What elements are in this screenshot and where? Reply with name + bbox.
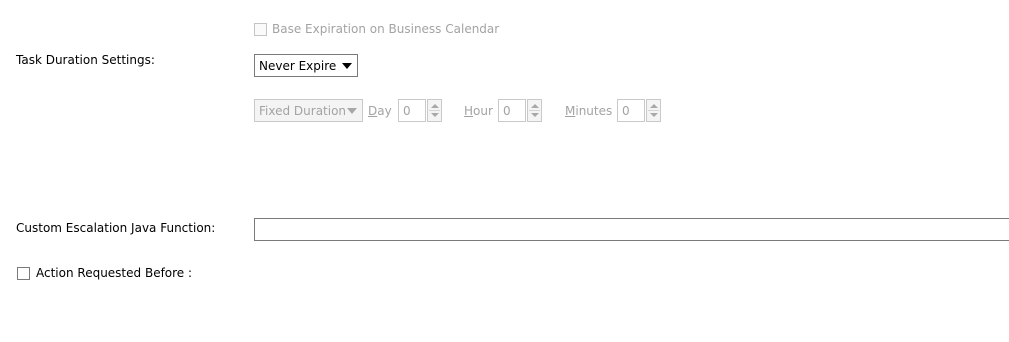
minutes-spinner[interactable] <box>646 99 661 122</box>
triangle-down-icon <box>531 113 539 117</box>
hour-label: Hour <box>464 104 493 118</box>
duration-type-dropdown[interactable]: Fixed Duration <box>254 99 363 122</box>
chevron-down-icon <box>347 108 357 114</box>
business-calendar-checkbox[interactable] <box>254 23 267 36</box>
triangle-up-icon <box>531 104 539 108</box>
day-input[interactable]: 0 <box>398 99 426 122</box>
triangle-down-icon <box>650 113 658 117</box>
hour-spinner[interactable] <box>527 99 542 122</box>
minutes-label: Minutes <box>565 104 613 118</box>
chevron-down-icon <box>342 63 352 69</box>
expiration-mode-value: Never Expire <box>259 59 337 73</box>
triangle-down-icon <box>431 113 439 117</box>
minutes-value: 0 <box>622 104 630 118</box>
triangle-up-icon <box>431 104 439 108</box>
hour-input[interactable]: 0 <box>498 99 526 122</box>
hour-value: 0 <box>503 104 511 118</box>
triangle-up-icon <box>650 104 658 108</box>
day-label: Day <box>368 104 392 118</box>
action-requested-checkbox[interactable] <box>17 267 30 280</box>
escalation-label: Custom Escalation Java Function: <box>16 221 216 235</box>
day-spinner[interactable] <box>427 99 442 122</box>
action-requested-label: Action Requested Before : <box>36 266 193 280</box>
duration-type-value: Fixed Duration <box>259 104 347 118</box>
day-value: 0 <box>403 104 411 118</box>
minutes-input[interactable]: 0 <box>617 99 645 122</box>
expiration-mode-dropdown[interactable]: Never Expire <box>254 54 358 77</box>
escalation-function-input[interactable] <box>254 218 1009 241</box>
business-calendar-label: Base Expiration on Business Calendar <box>272 22 500 36</box>
task-duration-label: Task Duration Settings: <box>16 53 155 67</box>
